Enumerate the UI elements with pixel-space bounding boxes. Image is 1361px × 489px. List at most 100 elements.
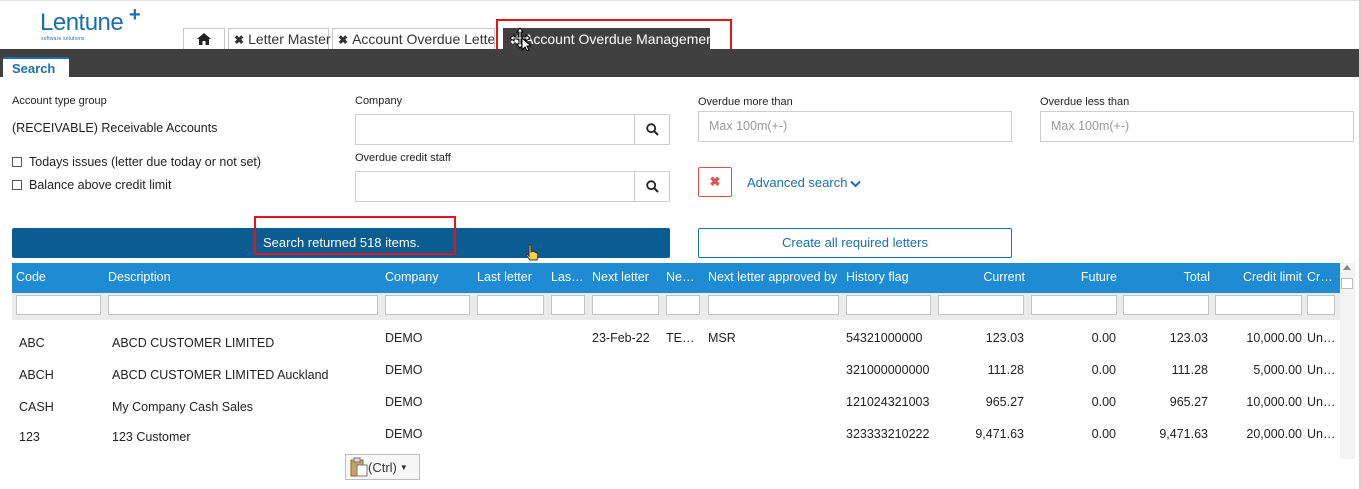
filter-input-last-letter-date[interactable] (551, 295, 585, 315)
overdue-more-label: Overdue more than (698, 96, 793, 108)
filter-input-description[interactable] (108, 295, 378, 315)
close-icon[interactable]: ✖ (338, 33, 348, 47)
cell-current: 111.28 (987, 363, 1024, 377)
search-icon (645, 180, 659, 193)
scroll-up-arrow-icon[interactable] (1343, 265, 1351, 270)
column-header-next-letter[interactable]: Next letter (592, 270, 658, 284)
cell-description: ABCD CUSTOMER LIMITED Auckland (112, 368, 329, 382)
column-header-current[interactable]: Current (938, 270, 1025, 284)
vertical-scrollbar[interactable] (1340, 263, 1355, 459)
close-icon: ✖ (709, 174, 721, 189)
paste-options-button[interactable]: (Ctrl) ▼ (345, 454, 420, 480)
column-header-description[interactable]: Description (108, 270, 368, 284)
overdue-less-input[interactable]: Max 100m(+-) (1040, 111, 1354, 142)
create-all-letters-button[interactable]: Create all required letters (698, 228, 1012, 258)
column-header-credit-terms[interactable]: Credit terms (1307, 270, 1337, 284)
tab-letter-master[interactable]: ✖ Letter Master (228, 28, 331, 50)
hand-cursor-icon (525, 244, 539, 261)
grid-filter-row (12, 293, 1340, 320)
close-icon[interactable]: ✖ (234, 33, 244, 47)
cell-approved-by: MSR (708, 331, 736, 345)
cell-company: DEMO (385, 363, 423, 377)
cell-total: 123.03 (1169, 331, 1208, 345)
tab-account-overdue-letters[interactable]: ✖ Account Overdue Letters (332, 28, 495, 50)
cell-current: 123.03 (985, 331, 1024, 345)
highlight-box (254, 216, 456, 255)
overdue-more-input[interactable]: Max 100m(+-) (698, 111, 1012, 142)
cell-future: 0.00 (1091, 427, 1116, 441)
home-icon (197, 33, 211, 45)
grid-header: Code Description Company Last letter Las… (12, 263, 1340, 293)
todays-issues-checkbox[interactable]: Todays issues (letter due today or not s… (12, 155, 261, 169)
cell-credit-terms: Unknown (1307, 363, 1337, 377)
checkbox-label: Balance above credit limit (29, 178, 172, 192)
tab-home[interactable] (183, 28, 225, 50)
cell-next-letter: 23-Feb-22 (592, 331, 650, 345)
advanced-search-label: Advanced search (747, 175, 848, 190)
sub-tab-bar (0, 49, 1361, 77)
column-header-credit-limit[interactable]: Credit limit (1214, 270, 1302, 284)
cell-credit-limit: 10,000.00 (1246, 395, 1302, 409)
cell-company: DEMO (385, 331, 423, 345)
search-icon (645, 123, 659, 136)
app-logo[interactable]: Lentune + software solutions (40, 4, 141, 42)
cell-code: ABCH (19, 368, 54, 382)
account-type-group-value[interactable]: (RECEIVABLE) Receivable Accounts (12, 121, 217, 135)
filter-input-next-letter-by[interactable] (666, 295, 700, 315)
column-header-last-letter[interactable]: Last letter (477, 270, 541, 284)
filter-input-credit-terms[interactable] (1307, 295, 1335, 315)
cell-description: 123 Customer (112, 430, 191, 444)
cell-company: DEMO (385, 395, 423, 409)
cell-code: 123 (19, 430, 40, 444)
cell-credit-terms: Unknown (1307, 395, 1337, 409)
filter-input-next-letter[interactable] (592, 295, 659, 315)
column-header-future[interactable]: Future (1030, 270, 1117, 284)
company-search-button[interactable] (634, 114, 670, 145)
cell-description: My Company Cash Sales (112, 400, 254, 414)
column-header-approved-by[interactable]: Next letter approved by (708, 270, 838, 284)
overdue-staff-label: Overdue credit staff (355, 152, 451, 164)
cell-future: 0.00 (1091, 395, 1116, 409)
checkbox-box[interactable] (12, 180, 22, 190)
filter-input-current[interactable] (938, 295, 1024, 315)
cell-history-flag: 54321000000 (846, 331, 923, 345)
cell-credit-limit: 5,000.00 (1253, 363, 1302, 377)
filter-input-company[interactable] (385, 295, 470, 315)
checkbox-box[interactable] (12, 157, 22, 167)
account-type-group-label: Account type group (12, 95, 107, 107)
filter-input-code[interactable] (16, 295, 101, 315)
filter-input-credit-limit[interactable] (1215, 295, 1302, 315)
cell-future: 0.00 (1091, 331, 1116, 345)
filter-input-approved-by[interactable] (708, 295, 839, 315)
column-header-history-flag[interactable]: History flag (846, 270, 932, 284)
column-header-code[interactable]: Code (16, 270, 96, 284)
results-grid: Code Description Company Last letter Las… (12, 263, 1340, 459)
logo-subtitle: software solutions (41, 36, 85, 42)
clear-button[interactable]: ✖ (698, 167, 732, 197)
logo-text: Lentune (40, 9, 124, 36)
cell-future: 0.00 (1091, 363, 1116, 377)
column-header-company[interactable]: Company (385, 270, 465, 284)
scrollbar-thumb[interactable] (1341, 278, 1353, 289)
filter-input-total[interactable] (1123, 295, 1209, 315)
checkbox-label: Todays issues (letter due today or not s… (29, 155, 262, 169)
filter-input-last-letter[interactable] (477, 295, 544, 315)
filter-input-future[interactable] (1031, 295, 1117, 315)
cell-total: 965.27 (1169, 395, 1208, 409)
dropdown-arrow-icon: ▼ (399, 462, 408, 472)
filter-input-history-flag[interactable] (846, 295, 931, 315)
tab-search[interactable]: Search (3, 57, 69, 78)
overdue-staff-input[interactable] (355, 171, 635, 202)
column-header-total[interactable]: Total (1122, 270, 1210, 284)
company-input[interactable] (355, 114, 635, 145)
balance-above-limit-checkbox[interactable]: Balance above credit limit (12, 178, 171, 192)
company-label: Company (355, 95, 403, 107)
advanced-search-link[interactable]: Advanced search (747, 175, 862, 190)
cell-code: ABC (19, 336, 45, 350)
cell-next-letter-by: TESTING (666, 331, 702, 345)
column-header-last-letter-date[interactable]: Last letter date (551, 270, 584, 284)
column-header-next-letter-by[interactable]: Next letter by (666, 270, 699, 284)
cell-history-flag: 321000000000 (846, 363, 930, 377)
tab-label: Account Overdue Letters (352, 31, 495, 47)
overdue-staff-search-button[interactable] (634, 171, 670, 202)
